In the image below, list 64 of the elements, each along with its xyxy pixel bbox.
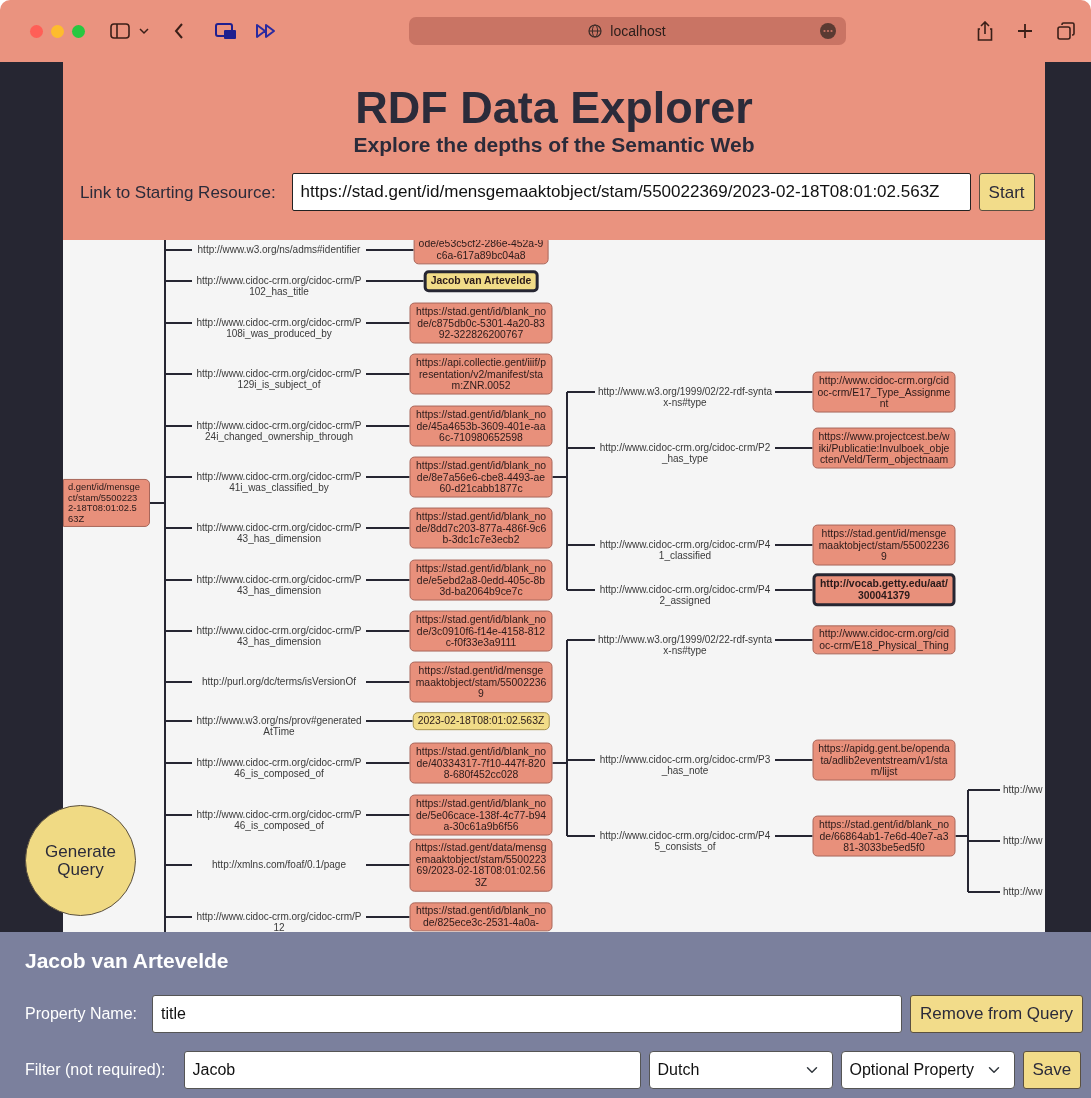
edge-label: http://www.cidoc-crm.org/cidoc-crm/P2_has_type	[598, 442, 772, 465]
graph-node[interactable]: https://stad.gent/id/mensgemaaktobject/stam/550022369	[409, 661, 553, 703]
start-resource-input[interactable]: https://stad.gent/id/mensgemaaktobject/stam/550022369/2023-02-18T08:01:02.563Z	[291, 173, 971, 212]
address-bar[interactable]: localhost	[408, 17, 846, 45]
edge-label: http://www.cidoc-crm.org/cidoc-crm/P43_has_dimension	[195, 522, 363, 545]
graph-node[interactable]: https://www.projectcest.be/wiki/Publicatie:Invulboek_objecten/Veld/Term_objectnaam	[812, 427, 956, 469]
graph-node[interactable]: Jacob van Artevelde	[423, 270, 539, 292]
edge-label: http://www.cidoc-crm.org/cidoc-crm/P102_has_title	[195, 275, 363, 298]
filter-input[interactable]: Jacob	[183, 1051, 641, 1090]
edge-label: http://www.cidoc-crm.org/cidoc-crm/P12	[195, 911, 363, 932]
graph-node[interactable]: http://vocab.getty.edu/aat/300041379	[812, 573, 956, 607]
edge-label: http://www.cidoc-crm.org/cidoc-crm/P108i_was_produced_by	[195, 317, 363, 340]
edge-label: http://www.cidoc-crm.org/cidoc-crm/P46_is_composed_of	[195, 809, 363, 832]
language-select[interactable]: Dutch	[648, 1051, 833, 1090]
graph-node[interactable]: ode/e53c5cf2-286e-452a-9 c6a-617a89bc04a8	[413, 240, 549, 265]
edge-label: http://www.cidoc-crm.org/cidoc-crm/P41i_was_classified_by	[195, 471, 363, 494]
edge-label: http://www.cidoc-crm.org/cidoc-crm/P43_has_dimension	[195, 625, 363, 648]
graph-node[interactable]: https://stad.gent/id/blank_node/3c0910f6-f14e-4158-812c-f0f33e3a9111	[409, 610, 553, 652]
graph-node[interactable]: https://stad.gent/id/mensgemaaktobject/stam/550022369	[812, 524, 956, 566]
edge-label: http://www.w3.org/ns/adms#identifier	[196, 244, 362, 256]
edge-label: http://www.cidoc-crm.org/cidoc-crm/P129i_is_subject_of	[195, 368, 363, 391]
graph-node[interactable]: 2023-02-18T08:01:02.563Z	[412, 712, 550, 730]
graph-node[interactable]: https://api.collectie.gent/iiif/presentation/v2/manifest/stam:ZNR.0052	[409, 353, 553, 395]
edge-label: http://xmlns.com/foaf/0.1/page	[211, 859, 347, 871]
graph-node[interactable]: d.gent/id/mensge ct/stam/5500223 2-18T08:01:02.5 63Z	[63, 478, 150, 528]
edge-label: http://ww	[1003, 886, 1043, 898]
edge-label: http://www.w3.org/ns/prov#generatedAtTime	[195, 715, 363, 738]
edge-label: http://www.cidoc-crm.org/cidoc-crm/P43_has_dimension	[195, 574, 363, 597]
property-type-select[interactable]: Optional Property	[840, 1051, 1015, 1090]
edge-label: http://www.w3.org/1999/02/22-rdf-syntax-ns#type	[598, 386, 772, 409]
address-text: localhost	[610, 21, 666, 41]
graph-node[interactable]: https://stad.gent/id/blank_node/8e7a56e6-cbe8-4493-ae60-d21cabb1877c	[409, 456, 553, 498]
graph-node[interactable]: http://www.cidoc-crm.org/cidoc-crm/E18_Physical_Thing	[812, 625, 956, 655]
property-name-input[interactable]: title	[152, 995, 903, 1034]
page-title: RDF Data Explorer	[354, 84, 754, 132]
page-subtitle: Explore the depths of the Semantic Web	[352, 133, 756, 157]
edge-label: http://www.w3.org/1999/02/22-rdf-syntax-ns#type	[598, 634, 772, 657]
edge-label: http://www.cidoc-crm.org/cidoc-crm/P24i_changed_ownership_through	[195, 420, 363, 443]
graph-node[interactable]: https://stad.gent/id/blank_node/825ece3c-2531-4a0a-	[409, 902, 553, 932]
graph-node[interactable]: https://stad.gent/id/blank_node/66864ab1-7e6d-40e7-a381-3033be5ed5f0	[812, 815, 956, 857]
panel-title: Jacob van Artevelde	[25, 948, 230, 974]
graph-node[interactable]: https://stad.gent/id/blank_node/40334317-7f10-447f-8208-680f452cc028	[409, 742, 553, 784]
graph-node[interactable]: https://apidg.gent.be/opendata/adlib2eventstream/v1/stam/lijst	[812, 739, 956, 781]
graph-node[interactable]: https://stad.gent/data/mensgemaaktobject/stam/550022369/2023-02-18T08:01:02.563Z	[409, 838, 553, 892]
graph-node[interactable]: https://stad.gent/id/blank_node/5e06cace-138f-4c77-b94a-30c61a9b6f56	[409, 794, 553, 836]
edge-label: http://www.cidoc-crm.org/cidoc-crm/P3_has_note	[598, 754, 772, 777]
graph-node[interactable]: https://stad.gent/id/blank_node/c875db0c-5301-4a20-8392-322826200767	[409, 302, 553, 344]
graph-node[interactable]: https://stad.gent/id/blank_node/45a4653b-3609-401e-aa6c-710980652598	[409, 405, 553, 447]
save-button[interactable]: Save	[1022, 1051, 1082, 1090]
filter-label: Filter (not required):	[25, 1060, 166, 1081]
graph-node[interactable]: https://stad.gent/id/blank_node/8dd7c203-877a-486f-9c6b-3dc1c7e3ecb2	[409, 507, 553, 549]
edge-label: http://ww	[1003, 835, 1043, 847]
edge-label: http://www.cidoc-crm.org/cidoc-crm/P41_classified	[598, 539, 772, 562]
edge-label: http://purl.org/dc/terms/isVersionOf	[201, 676, 357, 688]
edge-label: http://ww	[1003, 784, 1043, 796]
start-button[interactable]: Start	[978, 173, 1035, 212]
property-name-label: Property Name:	[25, 1004, 138, 1025]
edge-label: http://www.cidoc-crm.org/cidoc-crm/P45_consists_of	[598, 830, 772, 853]
edge-label: http://www.cidoc-crm.org/cidoc-crm/P42_assigned	[598, 584, 772, 607]
start-resource-label: Link to Starting Resource:	[80, 181, 276, 204]
edge-label: http://www.cidoc-crm.org/cidoc-crm/P46_is_composed_of	[195, 757, 363, 780]
graph-node[interactable]: https://stad.gent/id/blank_node/e5ebd2a8-0edd-405c-8b3d-ba2064b9ce7c	[409, 559, 553, 601]
remove-from-query-button[interactable]: Remove from Query	[910, 995, 1084, 1034]
graph-node[interactable]: http://www.cidoc-crm.org/cidoc-crm/E17_Type_Assignment	[812, 371, 956, 413]
